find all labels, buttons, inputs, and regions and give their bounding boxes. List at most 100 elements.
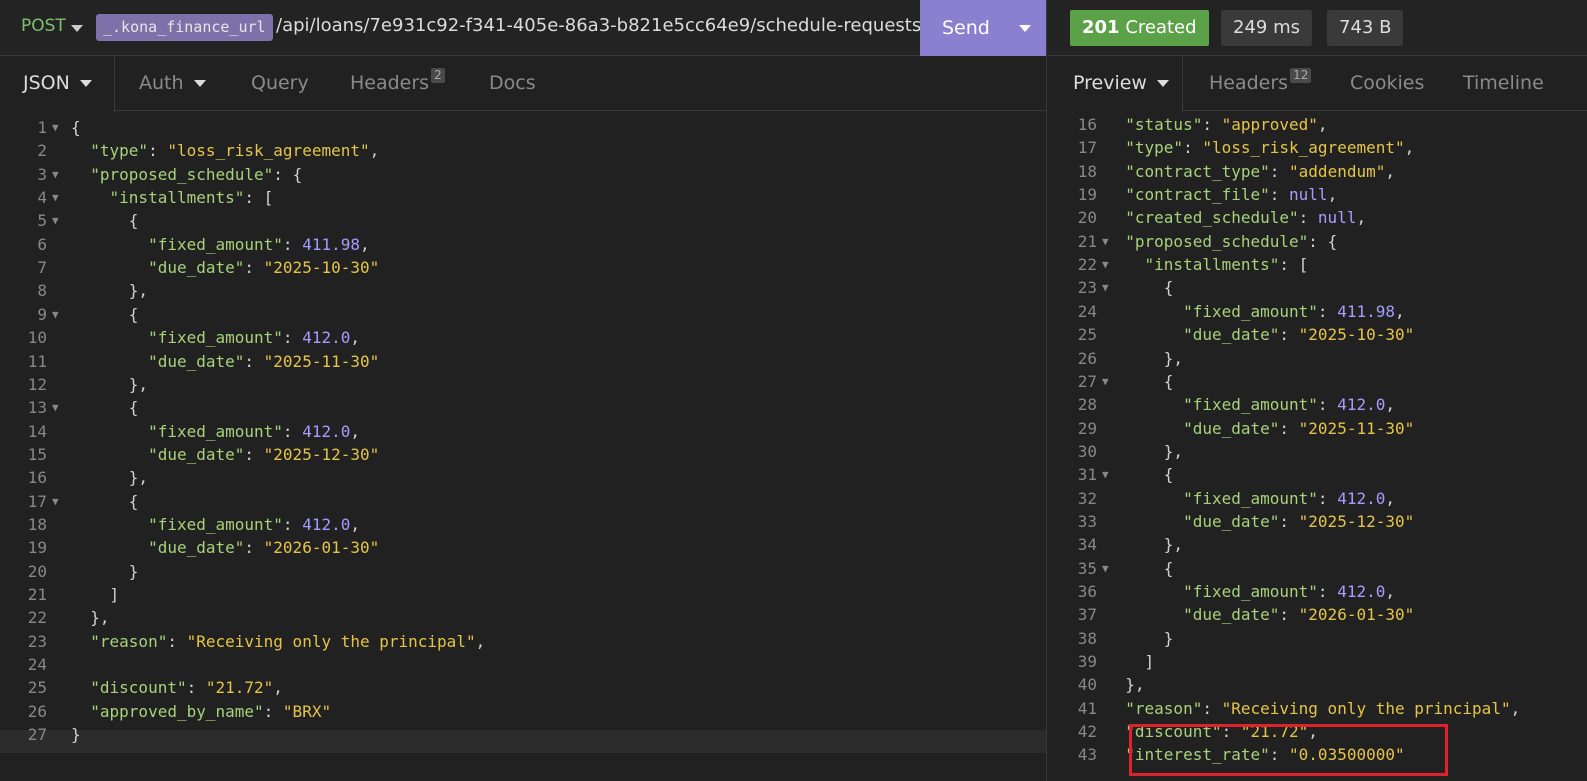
tab-headers[interactable]: Headers 12 <box>1209 56 1312 111</box>
code-token: , <box>359 234 370 254</box>
chevron-down-icon[interactable] <box>71 25 83 32</box>
code-text: "contract_file": null, <box>1106 183 1337 206</box>
code-token: "fixed_amount" <box>148 514 283 534</box>
response-preview[interactable]: 16 "status": "approved", 17 "type": "loss… <box>1047 112 1587 781</box>
line-number: 39 <box>1077 652 1097 672</box>
code-text: } <box>71 560 139 583</box>
code-text: "due_date": "2025-10-30" <box>1106 323 1414 346</box>
line-number: 28 <box>1077 395 1097 415</box>
fold-arrow-icon[interactable]: ▼ <box>52 116 59 139</box>
code-token: "contract_file" <box>1125 185 1270 205</box>
code-token: "status" <box>1125 115 1203 134</box>
url-bar: POST _.kona_finance_url /api/loans/7e931… <box>0 0 1587 56</box>
code-text: "fixed_amount": 412.0, <box>71 326 360 349</box>
line-number: 26 <box>1077 348 1097 368</box>
code-token: "2025-11-30" <box>263 351 380 371</box>
code-token: "fixed_amount" <box>148 328 283 348</box>
response-size-badge: 743 B <box>1327 10 1404 46</box>
code-line: 25 "due_date": "2025-10-30" <box>1047 323 1587 346</box>
tab-docs[interactable]: Docs <box>489 56 536 111</box>
code-text: }, <box>1106 673 1144 696</box>
code-text: ] <box>71 583 120 606</box>
code-line: 19 "due_date": "2026-01-30" <box>0 536 1046 559</box>
tab-preview[interactable]: Preview <box>1073 56 1169 111</box>
code-text: "fixed_amount": 412.0, <box>71 513 360 536</box>
code-token: : [ <box>244 188 274 208</box>
tab-timeline[interactable]: Timeline <box>1463 56 1544 111</box>
tab-query[interactable]: Query <box>251 56 309 111</box>
url-input[interactable]: /api/loans/7e931c92-f341-405e-86a3-b821e… <box>276 15 927 36</box>
code-line: 2 "type": "loss_risk_agreement", <box>0 139 1046 162</box>
code-line: 17 ▼ { <box>0 490 1046 513</box>
http-method-select[interactable]: POST <box>21 16 66 36</box>
code-token: "2025-10-30" <box>263 258 380 278</box>
line-number: 33 <box>1077 511 1097 531</box>
code-line: 19 "contract_file": null, <box>1047 183 1587 206</box>
fold-arrow-icon[interactable]: ▼ <box>52 163 59 186</box>
tab-json[interactable]: JSON <box>23 56 92 111</box>
chevron-down-icon[interactable] <box>1156 80 1169 87</box>
code-line: 11 "due_date": "2025-11-30" <box>0 350 1046 373</box>
code-token: "proposed_schedule" <box>1125 231 1309 251</box>
line-number: 29 <box>1077 418 1097 438</box>
fold-arrow-icon[interactable]: ▼ <box>52 209 59 232</box>
code-text: { <box>71 490 139 513</box>
code-token: , <box>1317 115 1328 134</box>
code-line: 22 }, <box>0 606 1046 629</box>
code-token: "due_date" <box>1183 325 1280 345</box>
code-text: "due_date": "2026-01-30" <box>1106 603 1414 626</box>
chevron-down-icon[interactable] <box>193 80 206 87</box>
tab-cookies[interactable]: Cookies <box>1350 56 1424 111</box>
send-options-chevron-icon[interactable] <box>1004 0 1046 56</box>
code-token: , <box>350 421 360 441</box>
status-badge: 201 Created <box>1070 10 1209 46</box>
tab-headers[interactable]: Headers 2 <box>350 56 445 111</box>
code-line: 33 "due_date": "2025-12-30" <box>1047 510 1587 533</box>
code-text: }, <box>1106 347 1183 370</box>
code-line: 31 ▼ { <box>1047 463 1587 486</box>
line-number: 3 <box>37 164 47 184</box>
fold-arrow-icon[interactable]: ▼ <box>52 490 59 513</box>
code-token: , <box>369 141 380 161</box>
tab-auth[interactable]: Auth <box>139 56 206 111</box>
code-text: "due_date": "2025-12-30" <box>71 443 379 466</box>
environment-variable-tag[interactable]: _.kona_finance_url <box>96 14 273 41</box>
code-line: 4 ▼ "installments": [ <box>0 186 1046 209</box>
line-number: 25 <box>27 678 47 698</box>
code-token: 412.0 <box>1337 395 1386 415</box>
line-number: 34 <box>1077 535 1097 555</box>
code-line: 13 ▼ { <box>0 396 1046 419</box>
code-token: : <box>1269 161 1290 181</box>
code-token: 412.0 <box>1337 488 1386 508</box>
request-body-editor[interactable]: 1 ▼{2 "type": "loss_risk_agreement", 3 ▼ "p… <box>0 112 1046 781</box>
code-token: "due_date" <box>1183 605 1280 625</box>
code-text: "approved_by_name": "BRX" <box>71 700 331 723</box>
code-line: 9 ▼ { <box>0 303 1046 326</box>
code-token: : <box>282 514 303 534</box>
code-text: "type": "loss_risk_agreement", <box>1106 136 1414 159</box>
line-number: 40 <box>1077 675 1097 695</box>
code-line: 34 }, <box>1047 533 1587 556</box>
code-text: "fixed_amount": 411.98, <box>71 233 370 256</box>
fold-arrow-icon[interactable]: ▼ <box>52 186 59 209</box>
code-line: 14 "fixed_amount": 412.0, <box>0 420 1046 443</box>
code-text: }, <box>71 466 148 489</box>
code-token: "due_date" <box>148 351 245 371</box>
code-token: , <box>1385 161 1395 181</box>
chevron-down-icon[interactable] <box>79 80 92 87</box>
fold-arrow-icon[interactable]: ▼ <box>52 303 59 326</box>
fold-arrow-icon[interactable]: ▼ <box>52 396 59 419</box>
